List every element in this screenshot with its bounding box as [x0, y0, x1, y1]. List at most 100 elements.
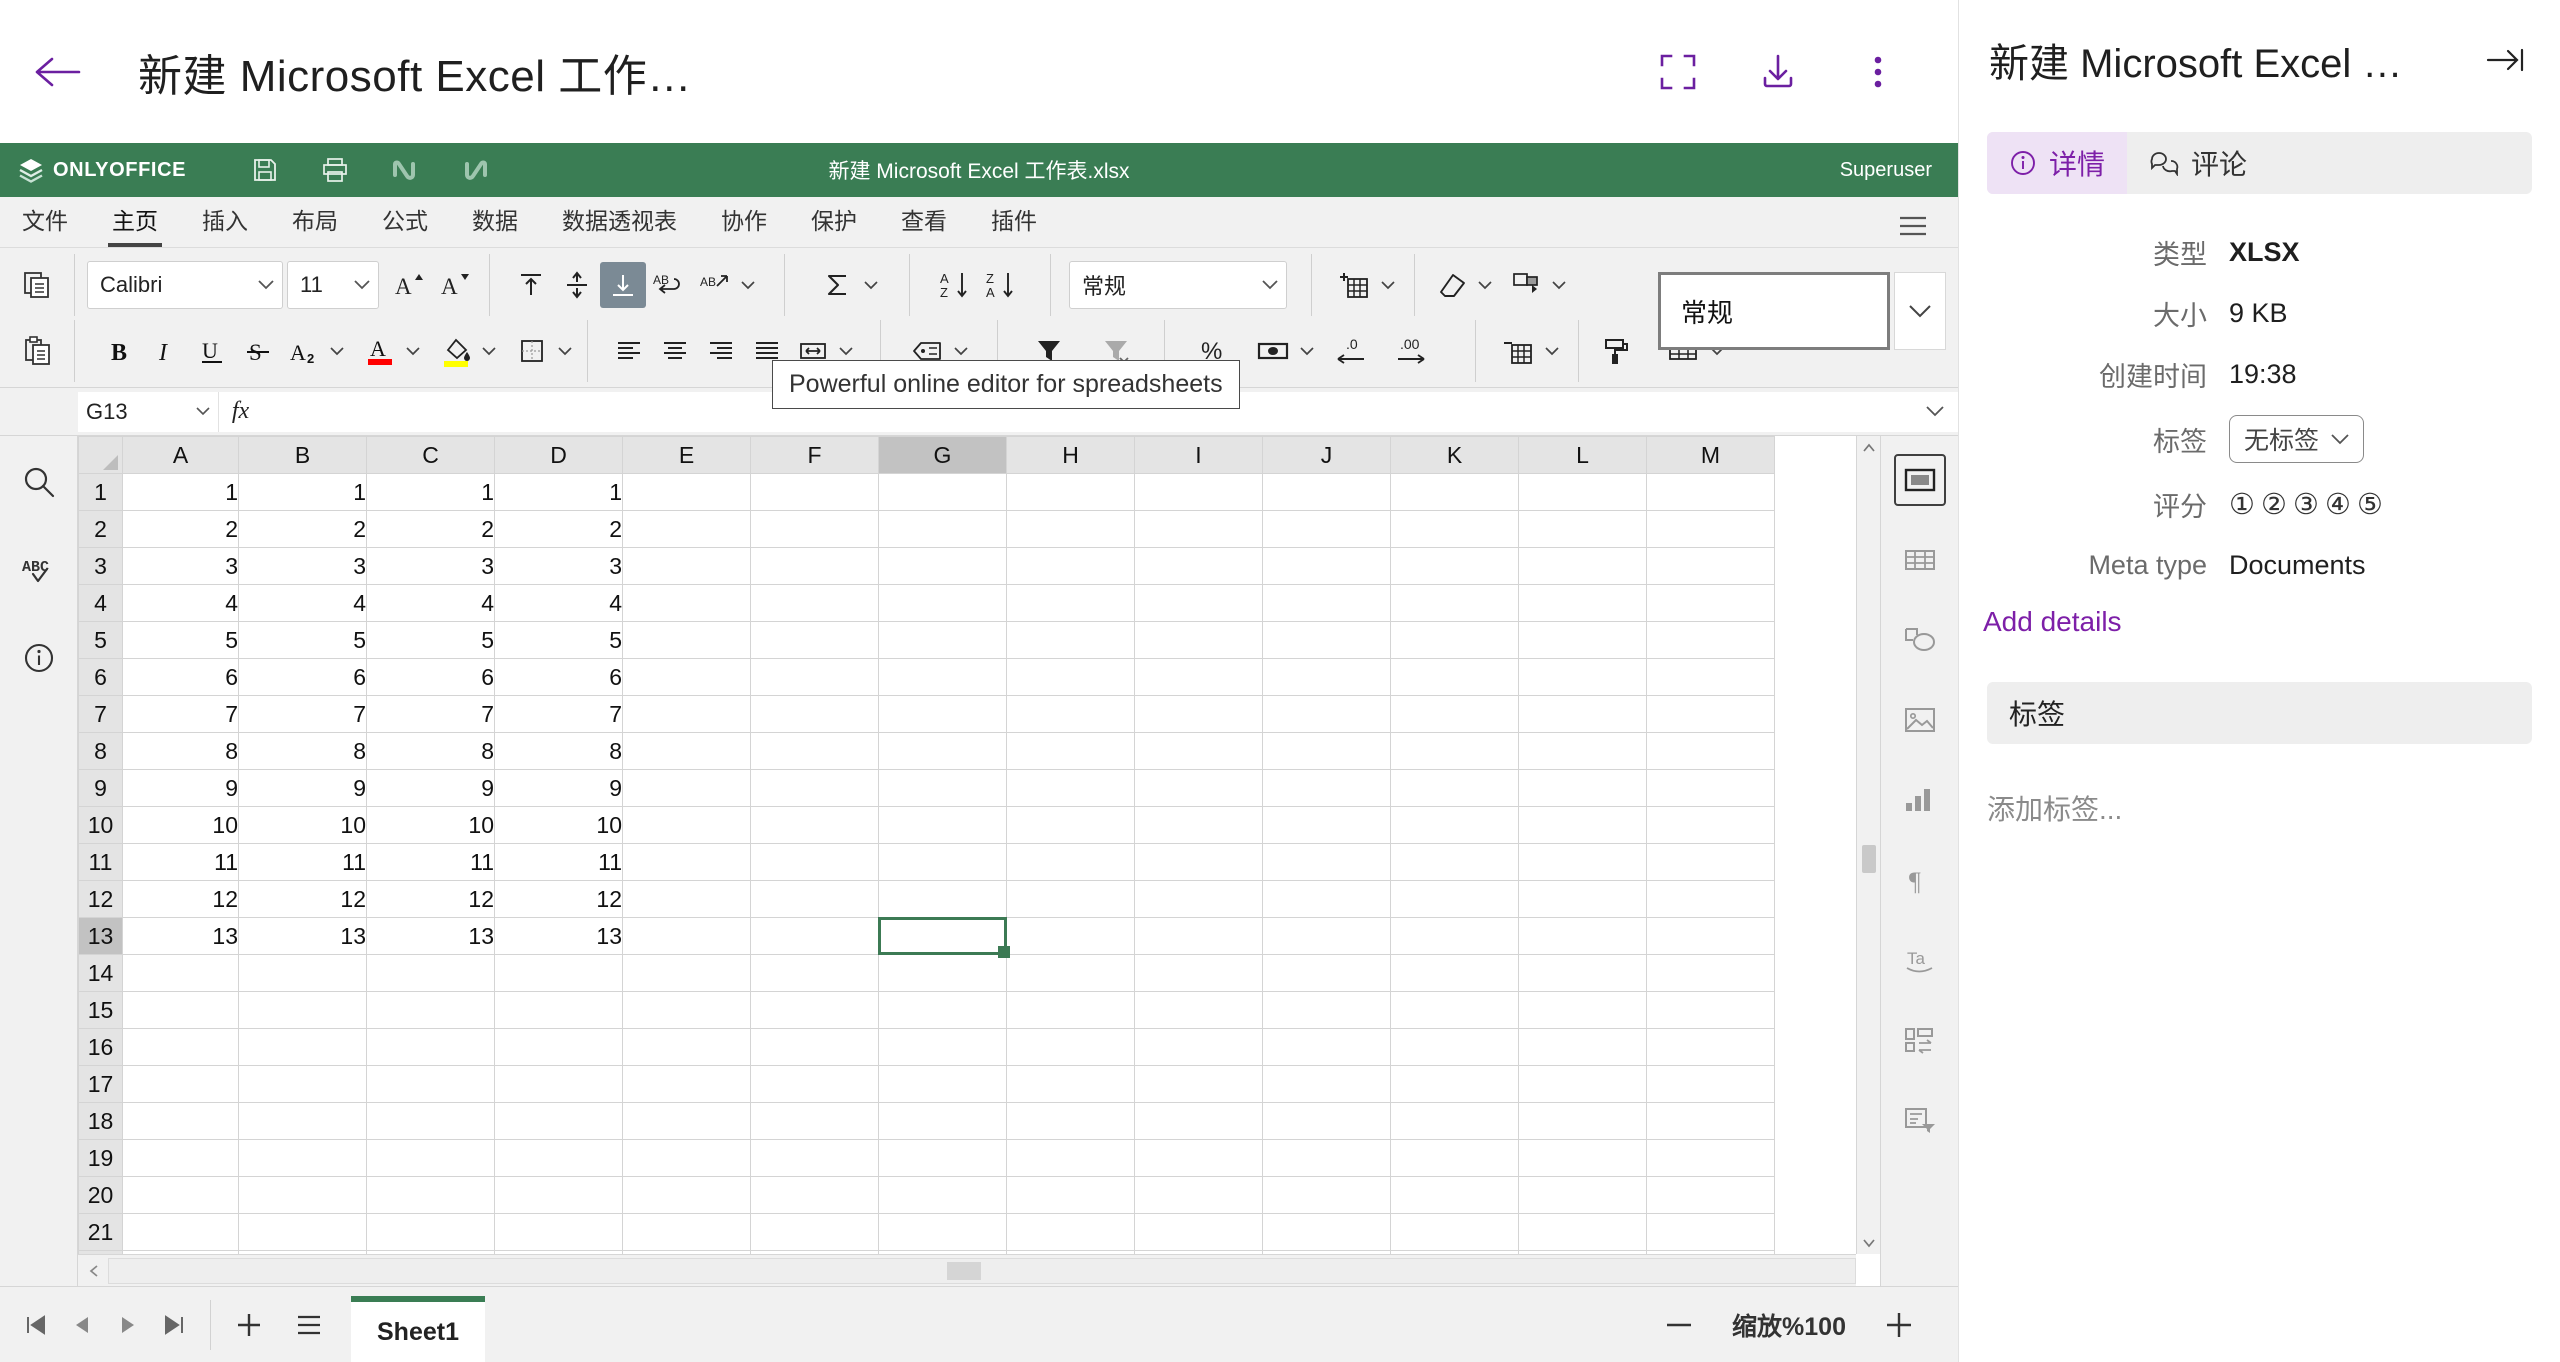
- cell-G10[interactable]: [878, 806, 1007, 844]
- sort-descending-button[interactable]: Z A: [978, 262, 1024, 308]
- cell-G21[interactable]: [878, 1213, 1007, 1251]
- add-sheet-button[interactable]: [229, 1302, 269, 1348]
- column-header-f[interactable]: F: [750, 436, 879, 474]
- table-settings-button[interactable]: [1896, 536, 1944, 584]
- cell-B18[interactable]: [238, 1102, 367, 1140]
- cell-J20[interactable]: [1262, 1176, 1391, 1214]
- cell-E20[interactable]: [622, 1176, 751, 1214]
- cell-H11[interactable]: [1006, 843, 1135, 881]
- row-header-1[interactable]: 1: [78, 473, 123, 511]
- text-orientation-dropdown[interactable]: [738, 262, 758, 308]
- cell-E1[interactable]: [622, 473, 751, 511]
- cell-F15[interactable]: [750, 991, 879, 1029]
- cell-E5[interactable]: [622, 621, 751, 659]
- cell-F6[interactable]: [750, 658, 879, 696]
- currency-style-button[interactable]: [1251, 328, 1297, 374]
- cell-H3[interactable]: [1006, 547, 1135, 585]
- fill-color-button[interactable]: [433, 328, 479, 374]
- cell-F7[interactable]: [750, 695, 879, 733]
- ribbon-options-button[interactable]: [1898, 215, 1928, 247]
- align-bottom-button[interactable]: [600, 262, 646, 308]
- cell-A18[interactable]: [122, 1102, 239, 1140]
- cell-M6[interactable]: [1646, 658, 1775, 696]
- tab-data[interactable]: 数据: [450, 202, 540, 247]
- borders-button[interactable]: [509, 328, 555, 374]
- cell-G16[interactable]: [878, 1028, 1007, 1066]
- tab-plugins[interactable]: 插件: [969, 202, 1059, 247]
- cell-I6[interactable]: [1134, 658, 1263, 696]
- cell-E11[interactable]: [622, 843, 751, 881]
- autosum-dropdown[interactable]: [861, 262, 881, 308]
- row-header-10[interactable]: 10: [78, 806, 123, 844]
- cell-I17[interactable]: [1134, 1065, 1263, 1103]
- cell-I19[interactable]: [1134, 1139, 1263, 1177]
- image-settings-button[interactable]: [1896, 696, 1944, 744]
- cell-K6[interactable]: [1390, 658, 1519, 696]
- cell-L9[interactable]: [1518, 769, 1647, 807]
- cell-M4[interactable]: [1646, 584, 1775, 622]
- horizontal-scroll-track[interactable]: [108, 1257, 1856, 1284]
- cell-D10[interactable]: 10: [494, 806, 623, 844]
- cell-H2[interactable]: [1006, 510, 1135, 548]
- cell-C21[interactable]: [366, 1213, 495, 1251]
- row-header-19[interactable]: 19: [78, 1139, 123, 1177]
- cell-G1[interactable]: [878, 473, 1007, 511]
- cell-H17[interactable]: [1006, 1065, 1135, 1103]
- cell-M2[interactable]: [1646, 510, 1775, 548]
- cell-H5[interactable]: [1006, 621, 1135, 659]
- cell-I20[interactable]: [1134, 1176, 1263, 1214]
- cell-I14[interactable]: [1134, 954, 1263, 992]
- column-header-h[interactable]: H: [1006, 436, 1135, 474]
- cell-C6[interactable]: 6: [366, 658, 495, 696]
- column-header-l[interactable]: L: [1518, 436, 1647, 474]
- paste-button[interactable]: [14, 328, 60, 374]
- cell-C5[interactable]: 5: [366, 621, 495, 659]
- tab-file[interactable]: 文件: [0, 202, 90, 247]
- cell-M21[interactable]: [1646, 1213, 1775, 1251]
- align-middle-button[interactable]: [554, 262, 600, 308]
- cell-K3[interactable]: [1390, 547, 1519, 585]
- row-header-6[interactable]: 6: [78, 658, 123, 696]
- cell-L6[interactable]: [1518, 658, 1647, 696]
- cell-J21[interactable]: [1262, 1213, 1391, 1251]
- row-header-20[interactable]: 20: [78, 1176, 123, 1214]
- cell-M5[interactable]: [1646, 621, 1775, 659]
- cell-F8[interactable]: [750, 732, 879, 770]
- row-header-15[interactable]: 15: [78, 991, 123, 1029]
- row-header-12[interactable]: 12: [78, 880, 123, 918]
- cell-F4[interactable]: [750, 584, 879, 622]
- cell-J11[interactable]: [1262, 843, 1391, 881]
- cell-K19[interactable]: [1390, 1139, 1519, 1177]
- zoom-level-label[interactable]: 缩放%100: [1732, 1307, 1846, 1343]
- italic-button[interactable]: I: [143, 328, 189, 374]
- cell-B10[interactable]: 10: [238, 806, 367, 844]
- column-header-e[interactable]: E: [622, 436, 751, 474]
- rating-star-5[interactable]: ⑤: [2357, 487, 2383, 522]
- tab-collaboration[interactable]: 协作: [699, 202, 789, 247]
- cell-I11[interactable]: [1134, 843, 1263, 881]
- cell-style-box[interactable]: 常规: [1658, 272, 1890, 350]
- cell-B11[interactable]: 11: [238, 843, 367, 881]
- row-header-3[interactable]: 3: [78, 547, 123, 585]
- cell-A9[interactable]: 9: [122, 769, 239, 807]
- cell-D12[interactable]: 12: [494, 880, 623, 918]
- cell-G7[interactable]: [878, 695, 1007, 733]
- cell-F13[interactable]: [750, 917, 879, 955]
- cell-E14[interactable]: [622, 954, 751, 992]
- sheet-list-button[interactable]: [289, 1302, 329, 1348]
- vertical-scrollbar[interactable]: [1856, 436, 1880, 1254]
- fullscreen-button[interactable]: [1650, 44, 1706, 100]
- text-orientation-button[interactable]: AB: [692, 262, 738, 308]
- clear-dropdown[interactable]: [1475, 262, 1495, 308]
- align-left-button[interactable]: [606, 328, 652, 374]
- tab-home[interactable]: 主页: [90, 202, 180, 247]
- sheet-tab-sheet1[interactable]: Sheet1: [351, 1296, 485, 1362]
- previous-sheet-button[interactable]: [64, 1302, 100, 1348]
- cell-L14[interactable]: [1518, 954, 1647, 992]
- cell-D3[interactable]: 3: [494, 547, 623, 585]
- subscript-button[interactable]: A 2: [281, 328, 327, 374]
- cell-B21[interactable]: [238, 1213, 367, 1251]
- cell-G9[interactable]: [878, 769, 1007, 807]
- chart-settings-button[interactable]: [1896, 776, 1944, 824]
- cell-B20[interactable]: [238, 1176, 367, 1214]
